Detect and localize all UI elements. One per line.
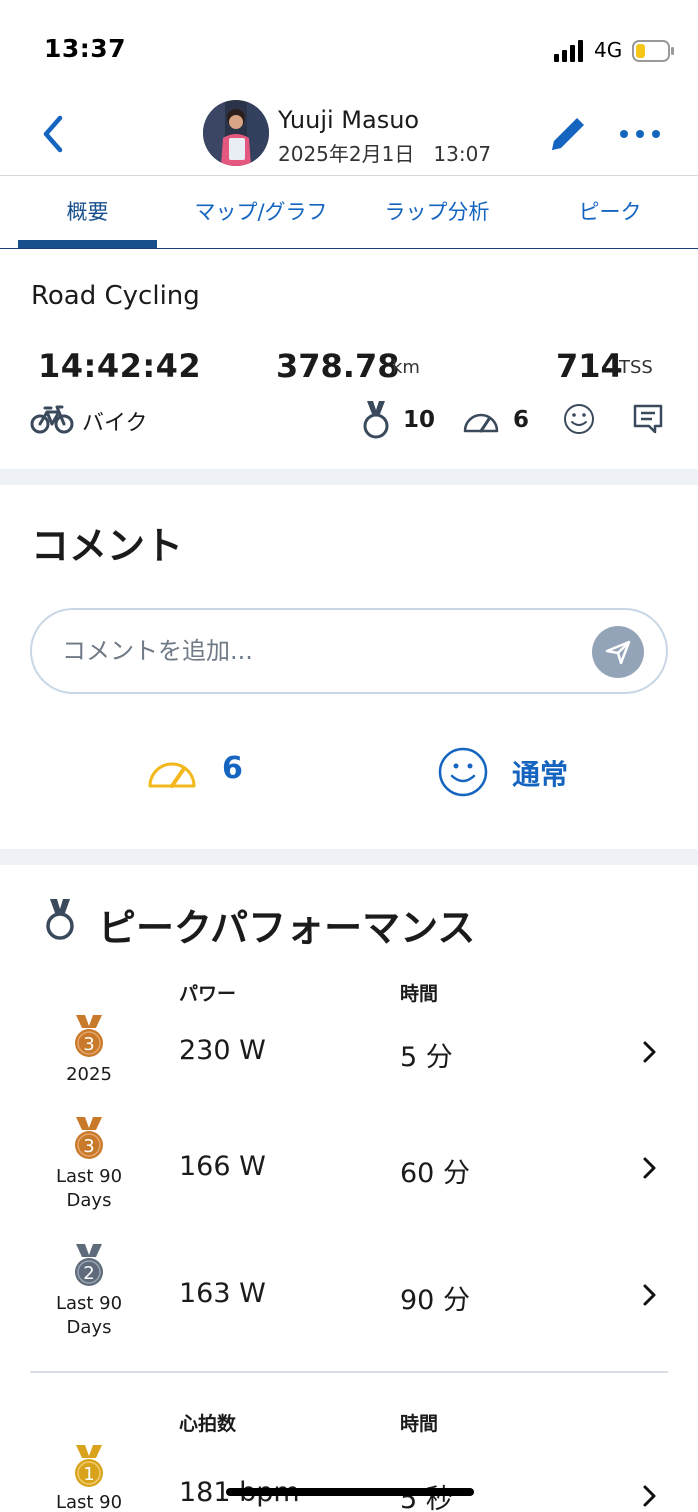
- medal-icon: [46, 899, 74, 940]
- send-icon: [605, 640, 631, 665]
- network-type: 4G: [594, 38, 623, 62]
- peak-period-label: Last 90: [55, 1492, 123, 1512]
- medal-rank: 1: [83, 1464, 94, 1485]
- bronze-medal-icon: 3: [75, 1117, 103, 1159]
- peak-value: 230 W: [179, 1035, 266, 1066]
- peak-value: 166 W: [179, 1151, 266, 1182]
- peak-row[interactable]: 2 Last 90 Days 163 W 90 分: [0, 1242, 698, 1352]
- peak-duration: 5 分: [400, 1042, 453, 1073]
- peak-performance-title: ピークパフォーマンス: [98, 906, 476, 950]
- peak-row[interactable]: 3 Last 90 Days 166 W 60 分: [0, 1115, 698, 1225]
- gold-medal-icon: 1: [75, 1445, 103, 1487]
- medal-icon: [363, 401, 389, 439]
- tab-active-indicator: [18, 240, 157, 248]
- rpe-gauge-icon[interactable]: [146, 751, 198, 791]
- medal-rank: 2: [83, 1263, 94, 1284]
- activity-summary: Road Cycling 14:42:42 378.78 km 714 TSS …: [0, 249, 698, 469]
- peak-period-label: 2025: [66, 1064, 112, 1085]
- pencil-icon[interactable]: [546, 112, 590, 156]
- battery-icon: [632, 40, 674, 62]
- duration-value: 14:42:42: [38, 347, 202, 385]
- user-name: Yuuji Masuo: [278, 106, 420, 134]
- activity-title: Road Cycling: [31, 281, 200, 311]
- tab-map-graph[interactable]: マップ/グラフ: [170, 176, 352, 248]
- comments-title: コメント: [31, 524, 184, 568]
- chevron-right-icon[interactable]: [638, 1483, 660, 1509]
- tss-value: 714: [556, 347, 623, 385]
- bronze-medal-icon: 3: [75, 1015, 103, 1057]
- peak-period-label: Last 90 Days: [55, 1166, 123, 1211]
- back-icon[interactable]: [34, 110, 74, 158]
- activity-datetime: 2025年2月1日 13:07: [278, 142, 492, 166]
- medal-rank: 3: [83, 1136, 94, 1157]
- send-button[interactable]: [592, 626, 644, 678]
- peak-duration: 60 分: [400, 1158, 470, 1189]
- peak-performance-section: ピークパフォーマンス パワー 時間 3 2025 230 W 5 分 3 Las…: [0, 865, 698, 1512]
- status-time: 13:37: [44, 34, 127, 63]
- comments-section: コメント 6 通常: [0, 485, 698, 849]
- medal-rank: 3: [83, 1034, 94, 1055]
- status-bar: 13:37 4G: [0, 0, 698, 92]
- peak-duration: 90 分: [400, 1285, 470, 1316]
- comment-box: [30, 608, 668, 694]
- column-header-heart-rate: 心拍数: [179, 1413, 237, 1435]
- more-icon[interactable]: [618, 116, 662, 152]
- tss-unit: TSS: [619, 357, 653, 378]
- rpe-value[interactable]: 6: [222, 751, 243, 786]
- silver-medal-icon: 2: [75, 1244, 103, 1286]
- medal-count: 10: [403, 407, 436, 433]
- column-header-time: 時間: [400, 1413, 439, 1435]
- chevron-right-icon[interactable]: [638, 1282, 660, 1308]
- peak-period-label: Last 90 Days: [55, 1293, 123, 1338]
- rpe-count: 6: [513, 407, 530, 433]
- feeling-value[interactable]: 通常: [512, 753, 568, 793]
- activity-header: Yuuji Masuo 2025年2月1日 13:07: [0, 92, 698, 176]
- column-header-time: 時間: [400, 983, 439, 1005]
- chevron-right-icon[interactable]: [638, 1039, 660, 1065]
- avatar[interactable]: [203, 100, 269, 166]
- section-separator: [0, 469, 698, 485]
- peak-value: 163 W: [179, 1278, 266, 1309]
- peak-row[interactable]: 3 2025 230 W 5 分: [0, 1013, 698, 1123]
- feeling-smiley-icon[interactable]: [438, 747, 488, 797]
- peak-row[interactable]: 1 Last 90 181 bpm 5 秒: [0, 1443, 698, 1512]
- column-header-power: パワー: [179, 983, 237, 1005]
- tab-peaks[interactable]: ピーク: [540, 176, 680, 248]
- gauge-icon: [463, 413, 499, 433]
- home-indicator[interactable]: [226, 1488, 474, 1496]
- distance-value: 378.78: [276, 347, 400, 385]
- section-divider: [30, 1371, 668, 1373]
- section-separator: [0, 849, 698, 865]
- bike-icon: [30, 405, 74, 434]
- tab-bar: 概要 マップ/グラフ ラップ分析 ピーク: [0, 176, 698, 249]
- smiley-icon[interactable]: [563, 403, 595, 435]
- tab-overview[interactable]: 概要: [18, 176, 157, 248]
- chevron-right-icon[interactable]: [638, 1155, 660, 1181]
- signal-icon: [554, 40, 583, 62]
- distance-unit: km: [392, 357, 420, 378]
- comment-input[interactable]: [62, 632, 582, 670]
- tab-lap-analysis[interactable]: ラップ分析: [364, 176, 510, 248]
- comment-icon[interactable]: [632, 403, 664, 435]
- sport-label: バイク: [82, 411, 148, 436]
